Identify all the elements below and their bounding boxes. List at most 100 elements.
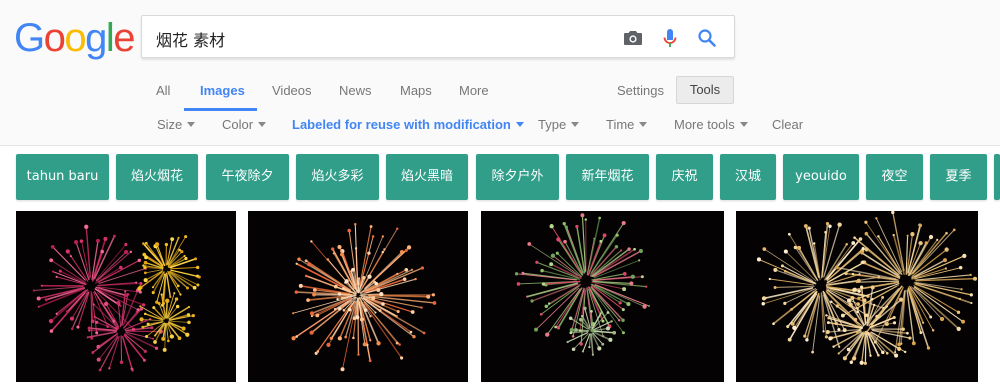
spark-tip <box>571 334 575 338</box>
image-result[interactable] <box>248 211 468 382</box>
spark-tip <box>903 350 907 354</box>
spark-tip <box>614 245 619 249</box>
spark-tip <box>351 267 355 272</box>
spark-tip <box>371 235 375 238</box>
image-result[interactable] <box>16 211 236 382</box>
settings-link[interactable]: Settings <box>617 83 664 98</box>
spark-tip <box>357 353 360 356</box>
spark-tip <box>337 244 342 250</box>
related-chip[interactable]: 焰火黑暗 <box>386 154 468 200</box>
related-chip[interactable]: 除夕户外 <box>476 154 559 200</box>
spark-tip <box>629 281 634 286</box>
spark-tip <box>962 253 967 259</box>
related-chip[interactable]: 焰火烟花 <box>116 154 198 200</box>
more-tools-filter[interactable]: More tools <box>674 117 748 132</box>
chevron-down-icon <box>571 122 580 128</box>
related-chip[interactable]: 焰火多彩 <box>296 154 379 200</box>
tab-videos[interactable]: Videos <box>272 83 312 98</box>
spark-tip <box>142 358 146 362</box>
spark-tip <box>145 335 149 339</box>
spark-tip <box>526 295 529 298</box>
spark-tip <box>621 220 626 226</box>
related-chip[interactable]: 夏季 <box>930 154 987 200</box>
tab-news[interactable]: News <box>339 83 372 98</box>
spark-tip <box>367 251 371 255</box>
spark-tip <box>873 303 876 306</box>
usage-rights-filter[interactable]: Labeled for reuse with modification <box>292 117 524 132</box>
clear-filters-link[interactable]: Clear <box>772 117 803 132</box>
spark-tip <box>568 316 573 320</box>
spark-tip <box>333 284 338 289</box>
image-result[interactable] <box>481 211 724 382</box>
spark-tip <box>58 269 62 273</box>
camera-icon[interactable] <box>621 26 645 50</box>
google-logo[interactable]: Google <box>14 18 135 58</box>
related-chip[interactable]: 庆祝 <box>656 154 713 200</box>
spark-tip <box>341 296 344 300</box>
spark-tip <box>142 303 146 307</box>
spark-tip <box>929 315 933 319</box>
color-filter[interactable]: Color <box>222 117 267 132</box>
spark-tip <box>139 305 142 308</box>
related-chip[interactable]: 汉城 <box>720 154 776 200</box>
tools-button[interactable]: Tools <box>676 76 734 104</box>
search-box[interactable]: 烟花 素材 <box>141 15 735 58</box>
spark-tip <box>184 256 188 261</box>
spark-tip <box>119 265 123 270</box>
spark-tip <box>555 251 559 255</box>
type-filter[interactable]: Type <box>538 117 580 132</box>
burst <box>86 288 163 372</box>
spark-tip <box>108 367 111 370</box>
size-filter[interactable]: Size <box>157 117 196 132</box>
spark-tip <box>79 239 84 243</box>
spark-tip <box>851 272 855 276</box>
time-filter[interactable]: Time <box>606 117 648 132</box>
spark-tip <box>605 326 611 331</box>
spark-tip <box>396 272 399 275</box>
tab-all[interactable]: All <box>156 83 170 98</box>
spark-tip <box>126 292 130 296</box>
spark-tip <box>338 307 342 311</box>
spark-tip <box>73 240 79 245</box>
related-chip[interactable]: 夜空 <box>866 154 923 200</box>
spark-tip <box>898 297 904 302</box>
spark-tip <box>369 339 372 342</box>
spark-tip <box>396 309 400 314</box>
microphone-icon[interactable] <box>658 26 682 50</box>
spark-tip <box>827 316 831 320</box>
spark-tip <box>37 305 40 308</box>
spark-streak <box>50 259 86 283</box>
spark-tip <box>906 234 909 237</box>
image-result[interactable] <box>736 211 978 382</box>
spark-tip <box>787 232 791 236</box>
search-icon[interactable] <box>695 26 719 50</box>
spark-tip <box>44 298 48 302</box>
spark-tip <box>961 319 966 324</box>
tab-maps[interactable]: Maps <box>400 83 432 98</box>
spark-tip <box>786 324 790 329</box>
search-input[interactable]: 烟花 素材 <box>156 27 225 51</box>
spark-tip <box>638 259 641 262</box>
spark-tip <box>630 274 636 279</box>
spark-tip <box>621 318 625 322</box>
spark-tip <box>169 334 174 339</box>
spark-tip <box>404 248 408 252</box>
spark-tip <box>76 325 80 329</box>
spark-tip <box>95 320 99 324</box>
related-chip[interactable]: yeouido <box>783 154 859 200</box>
spark-tip <box>973 276 978 281</box>
related-chip[interactable]: 新年烟花 <box>566 154 649 200</box>
spark-tip <box>86 336 89 339</box>
spark-tip <box>185 286 189 290</box>
related-chip-overflow[interactable] <box>994 154 1000 200</box>
tab-images[interactable]: Images <box>200 83 245 98</box>
tab-more[interactable]: More <box>459 83 489 98</box>
spark-tip <box>768 277 771 281</box>
spark-tip <box>103 301 109 307</box>
spark-tip <box>901 327 905 331</box>
spark-tip <box>354 223 357 226</box>
spark-tip <box>291 336 296 341</box>
spark-tip <box>144 255 148 260</box>
related-chip[interactable]: 午夜除夕 <box>206 154 289 200</box>
related-chip[interactable]: tahun baru <box>16 154 109 200</box>
